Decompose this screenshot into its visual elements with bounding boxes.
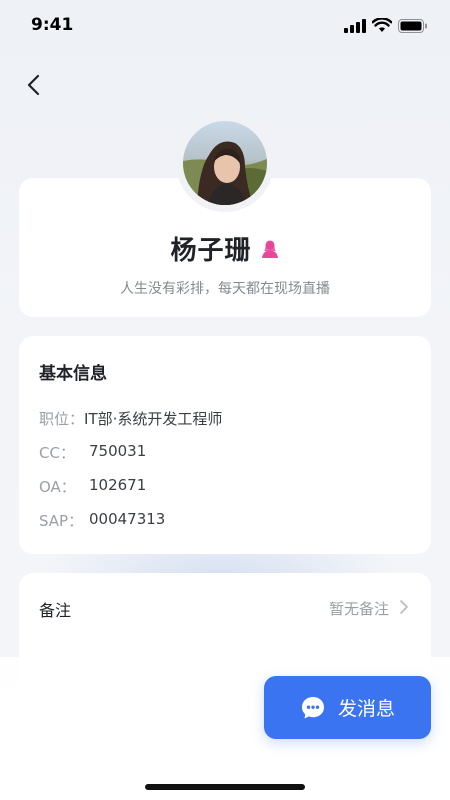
info-row-oa: OA： 102671 <box>39 476 146 497</box>
chevron-right-icon <box>400 600 408 614</box>
basic-info-title: 基本信息 <box>39 364 107 384</box>
user-bio: 人生没有彩排，每天都在现场直播 <box>120 281 330 297</box>
info-row-position: 职位： IT部·系统开发工程师 <box>39 408 222 429</box>
avatar-photo <box>183 121 267 205</box>
chevron-left-icon <box>27 74 40 96</box>
cellular-signal-icon <box>344 18 366 33</box>
avatar[interactable] <box>183 121 267 205</box>
status-time: 9:41 <box>31 15 74 35</box>
status-bar: 9:41 <box>0 0 450 54</box>
basic-info-card: 基本信息 职位： IT部·系统开发工程师 CC： 750031 OA： 1026… <box>19 336 431 554</box>
chat-bubble-icon <box>301 696 324 718</box>
info-row-sap: SAP： 00047313 <box>39 510 165 531</box>
wifi-icon <box>372 18 392 32</box>
user-name: 杨子珊 <box>170 236 252 266</box>
remark-value: 暂无备注 <box>328 600 389 618</box>
info-label: CC： <box>39 444 75 462</box>
info-value: 102671 <box>89 476 147 494</box>
info-value: 00047313 <box>89 510 166 528</box>
battery-icon <box>398 18 427 33</box>
back-button[interactable] <box>20 70 50 100</box>
info-label: 职位： <box>39 410 85 428</box>
info-value: IT部·系统开发工程师 <box>84 410 223 428</box>
remark-label: 备注 <box>39 601 72 620</box>
info-value: 750031 <box>89 442 147 460</box>
home-indicator <box>145 784 305 790</box>
send-message-label: 发消息 <box>337 698 395 720</box>
info-row-cc: CC： 750031 <box>39 442 146 463</box>
status-icons <box>344 18 428 33</box>
female-person-icon <box>261 240 278 258</box>
info-label: OA： <box>39 478 76 496</box>
name-row: 杨子珊 <box>0 230 450 267</box>
send-message-button[interactable]: 发消息 <box>264 676 431 739</box>
info-label: SAP： <box>39 512 84 530</box>
